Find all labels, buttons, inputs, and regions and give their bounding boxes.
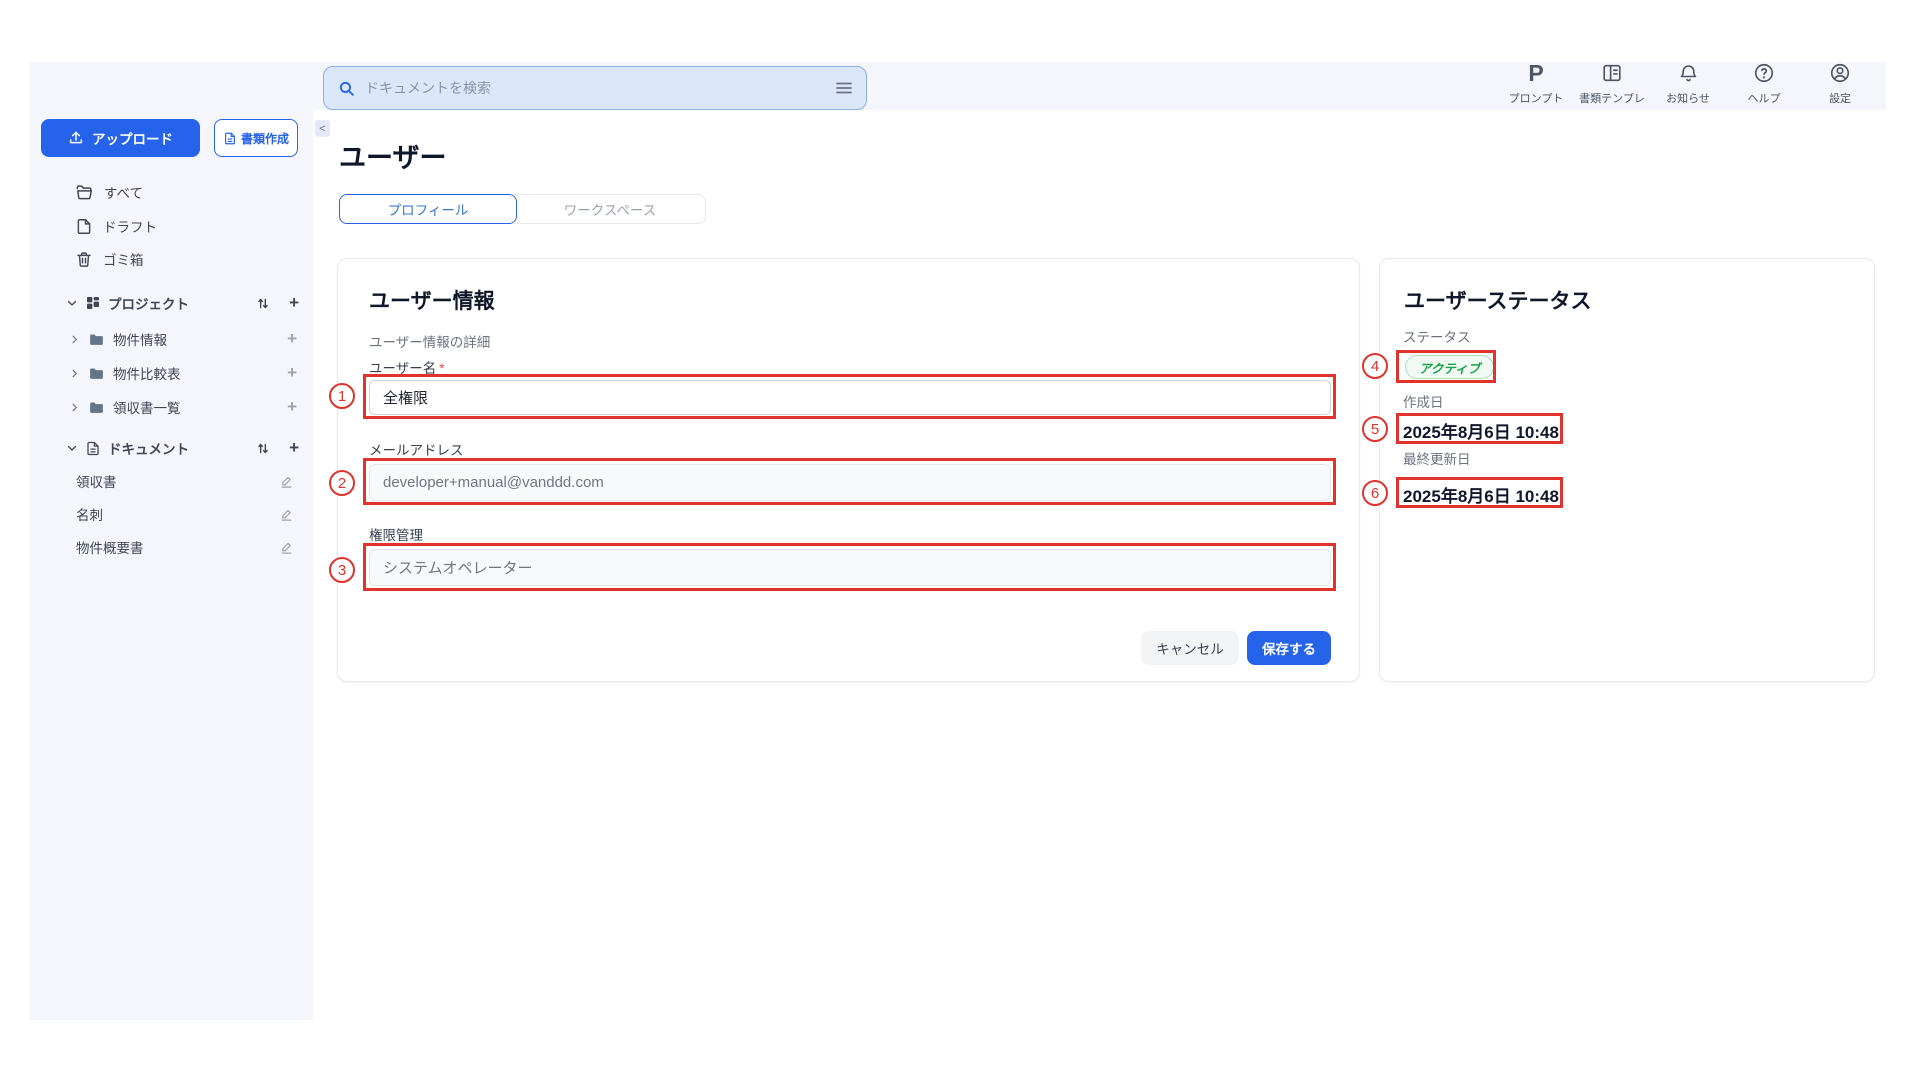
sidebar-item-trash[interactable]: ゴミ箱 xyxy=(29,243,313,275)
username-label: ユーザー名* xyxy=(369,357,445,377)
add-project-icon[interactable]: + xyxy=(289,295,299,311)
updated-label: 最終更新日 xyxy=(1403,448,1471,468)
updated-value: 2025年8月6日 10:48 xyxy=(1403,482,1559,507)
cancel-button[interactable]: キャンセル xyxy=(1141,631,1239,665)
app-window: P プロンプト 書類テンプレ お知らせ ヘルプ 設定 xyxy=(0,0,1920,1080)
created-value: 2025年8月6日 10:48 xyxy=(1403,418,1559,443)
sidebar-section-documents[interactable]: ドキュメント + xyxy=(29,432,313,464)
sidebar-project-ryoshusho-ichiran[interactable]: 領収書一覧 + xyxy=(29,391,313,423)
card-subtitle: ユーザー情報の詳細 xyxy=(369,331,490,351)
user-info-card: ユーザー情報 ユーザー情報の詳細 ユーザー名* メールアドレス 権限管理 キャン… xyxy=(337,258,1360,682)
sort-icon[interactable] xyxy=(256,441,270,456)
add-subfolder-icon[interactable]: + xyxy=(287,365,297,381)
chevron-right-icon[interactable] xyxy=(69,402,80,413)
header-actions: P プロンプト 書類テンプレ お知らせ ヘルプ 設定 xyxy=(1498,60,1878,110)
sidebar-section-projects[interactable]: プロジェクト + xyxy=(29,287,313,319)
created-label: 作成日 xyxy=(1403,391,1444,411)
edit-pencil-icon[interactable] xyxy=(279,507,294,522)
folder-icon xyxy=(88,399,105,416)
help-button[interactable]: ヘルプ xyxy=(1726,60,1802,110)
card-title: ユーザーステータス xyxy=(1404,285,1592,315)
sidebar-project-bukken-hikaku[interactable]: 物件比較表 + xyxy=(29,357,313,389)
upload-icon xyxy=(68,130,84,146)
upload-button[interactable]: アップロード xyxy=(41,119,200,157)
add-document-icon[interactable]: + xyxy=(289,440,299,456)
user-status-card: ユーザーステータス xyxy=(1379,258,1875,682)
trash-icon xyxy=(75,250,93,269)
sidebar-document-meishi[interactable]: 名刺 xyxy=(29,498,313,530)
role-field[interactable] xyxy=(369,549,1331,586)
doc-template-button[interactable]: 書類テンプレ xyxy=(1574,60,1650,110)
edit-pencil-icon[interactable] xyxy=(279,474,294,489)
edit-pencil-icon[interactable] xyxy=(279,540,294,555)
profile-tabs: プロフィール ワークスペース xyxy=(339,194,706,224)
document-plus-icon xyxy=(223,131,237,146)
role-label: 権限管理 xyxy=(369,524,423,544)
sidebar-document-ryoshusho[interactable]: 領収書 xyxy=(29,465,313,497)
chevron-right-icon[interactable] xyxy=(69,334,80,345)
document-icon xyxy=(85,440,101,457)
tab-workspace[interactable]: ワークスペース xyxy=(515,194,706,224)
card-title: ユーザー情報 xyxy=(369,285,495,315)
file-icon xyxy=(75,217,93,236)
status-badge: アクティブ xyxy=(1405,355,1494,379)
sidebar-project-bukken-joho[interactable]: 物件情報 + xyxy=(29,323,313,355)
prompt-button[interactable]: P プロンプト xyxy=(1498,60,1574,110)
sidebar-item-all[interactable]: すべて xyxy=(29,176,313,208)
help-icon xyxy=(1753,60,1775,86)
chevron-right-icon[interactable] xyxy=(69,368,80,379)
chevron-down-icon[interactable] xyxy=(66,297,78,309)
user-circle-icon xyxy=(1829,60,1851,86)
page-title: ユーザー xyxy=(339,136,446,175)
save-button[interactable]: 保存する xyxy=(1247,631,1331,665)
email-field[interactable] xyxy=(369,464,1331,501)
status-label: ステータス xyxy=(1403,326,1471,346)
sidebar-document-bukken-gaiyosho[interactable]: 物件概要書 xyxy=(29,531,313,563)
sort-icon[interactable] xyxy=(256,296,270,311)
settings-button[interactable]: 設定 xyxy=(1802,60,1878,110)
template-icon xyxy=(1601,60,1623,86)
chevron-down-icon[interactable] xyxy=(66,442,78,454)
sidebar-item-drafts[interactable]: ドラフト xyxy=(29,210,313,242)
add-subfolder-icon[interactable]: + xyxy=(287,399,297,415)
search-menu-icon[interactable] xyxy=(836,81,852,95)
grid-icon xyxy=(85,295,101,311)
folder-icon xyxy=(88,331,105,348)
folder-icon xyxy=(88,365,105,382)
create-document-button[interactable]: 書類作成 xyxy=(214,119,298,157)
notifications-button[interactable]: お知らせ xyxy=(1650,60,1726,110)
folder-open-icon xyxy=(75,183,94,202)
required-asterisk: * xyxy=(439,361,444,376)
search-icon xyxy=(338,80,355,97)
tab-profile[interactable]: プロフィール xyxy=(339,194,517,224)
bell-icon xyxy=(1678,60,1699,86)
search-input[interactable] xyxy=(365,80,826,96)
document-search[interactable] xyxy=(323,66,867,110)
username-field[interactable] xyxy=(369,380,1331,415)
prompt-icon: P xyxy=(1528,60,1543,86)
email-label: メールアドレス xyxy=(369,439,464,459)
sidebar-collapse-button[interactable]: < xyxy=(315,120,330,137)
add-subfolder-icon[interactable]: + xyxy=(287,331,297,347)
